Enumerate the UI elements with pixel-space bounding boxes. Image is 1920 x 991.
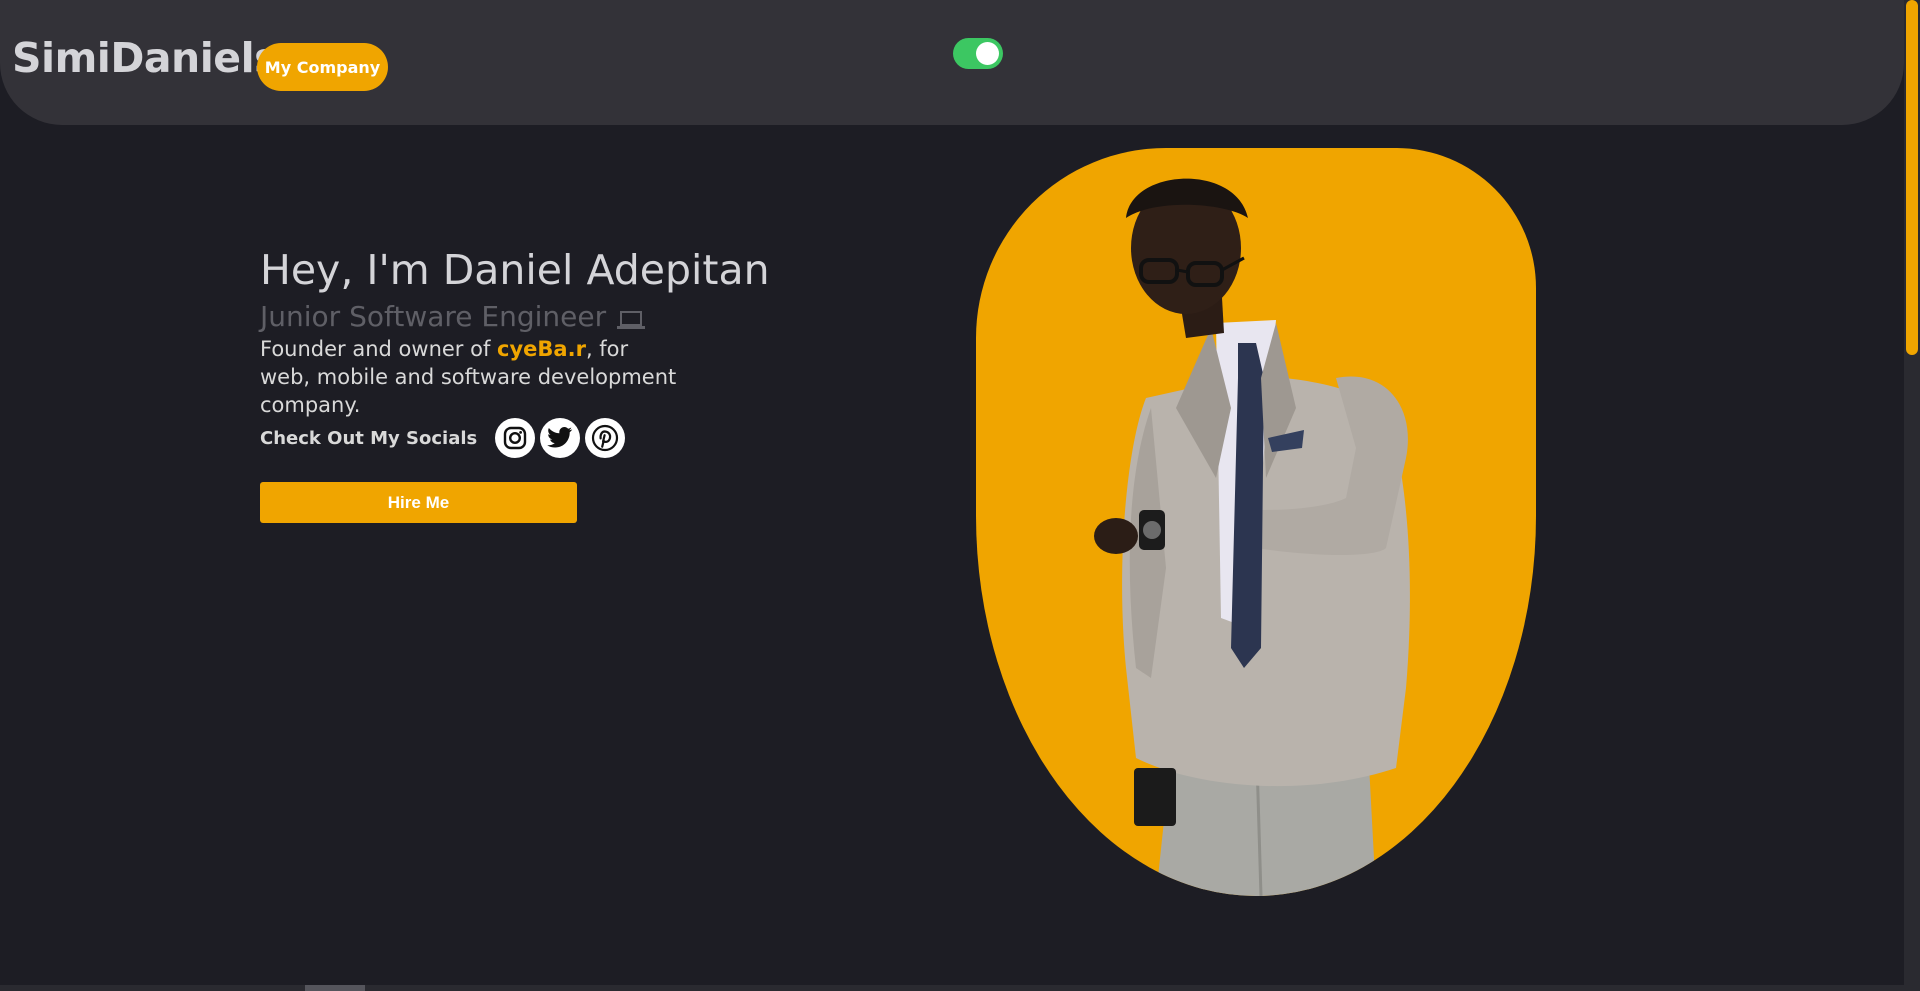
theme-toggle[interactable] [953, 38, 1003, 69]
horizontal-scrollbar[interactable] [0, 985, 1904, 991]
pinterest-icon[interactable] [585, 418, 626, 458]
horizontal-scrollbar-thumb[interactable] [305, 985, 365, 991]
instagram-icon[interactable] [495, 418, 536, 458]
hero-description: Founder and owner of cyeBa.r, for web, m… [260, 335, 680, 419]
toggle-knob [976, 42, 999, 65]
twitter-icon[interactable] [540, 418, 581, 458]
hire-me-button[interactable]: Hire Me [260, 482, 577, 523]
portrait-image [976, 148, 1536, 896]
hero-subtitle: Junior Software Engineer [260, 300, 646, 333]
hero-subtitle-text: Junior Software Engineer [260, 300, 607, 333]
laptop-icon [616, 306, 646, 329]
vertical-scrollbar[interactable] [1904, 0, 1920, 991]
site-logo[interactable]: SimiDaniels [12, 34, 279, 82]
brand-name[interactable]: cyeBa.r [497, 337, 586, 361]
my-company-button[interactable]: My Company [257, 43, 388, 91]
scrollbar-thumb[interactable] [1906, 0, 1918, 355]
top-navbar: SimiDaniels My Company [0, 0, 1904, 125]
socials-row: Check Out My Socials [260, 418, 630, 458]
desc-text-before: Founder and owner of [260, 337, 498, 361]
hero-title: Hey, I'm Daniel Adepitan [260, 246, 770, 294]
socials-label: Check Out My Socials [260, 427, 478, 449]
